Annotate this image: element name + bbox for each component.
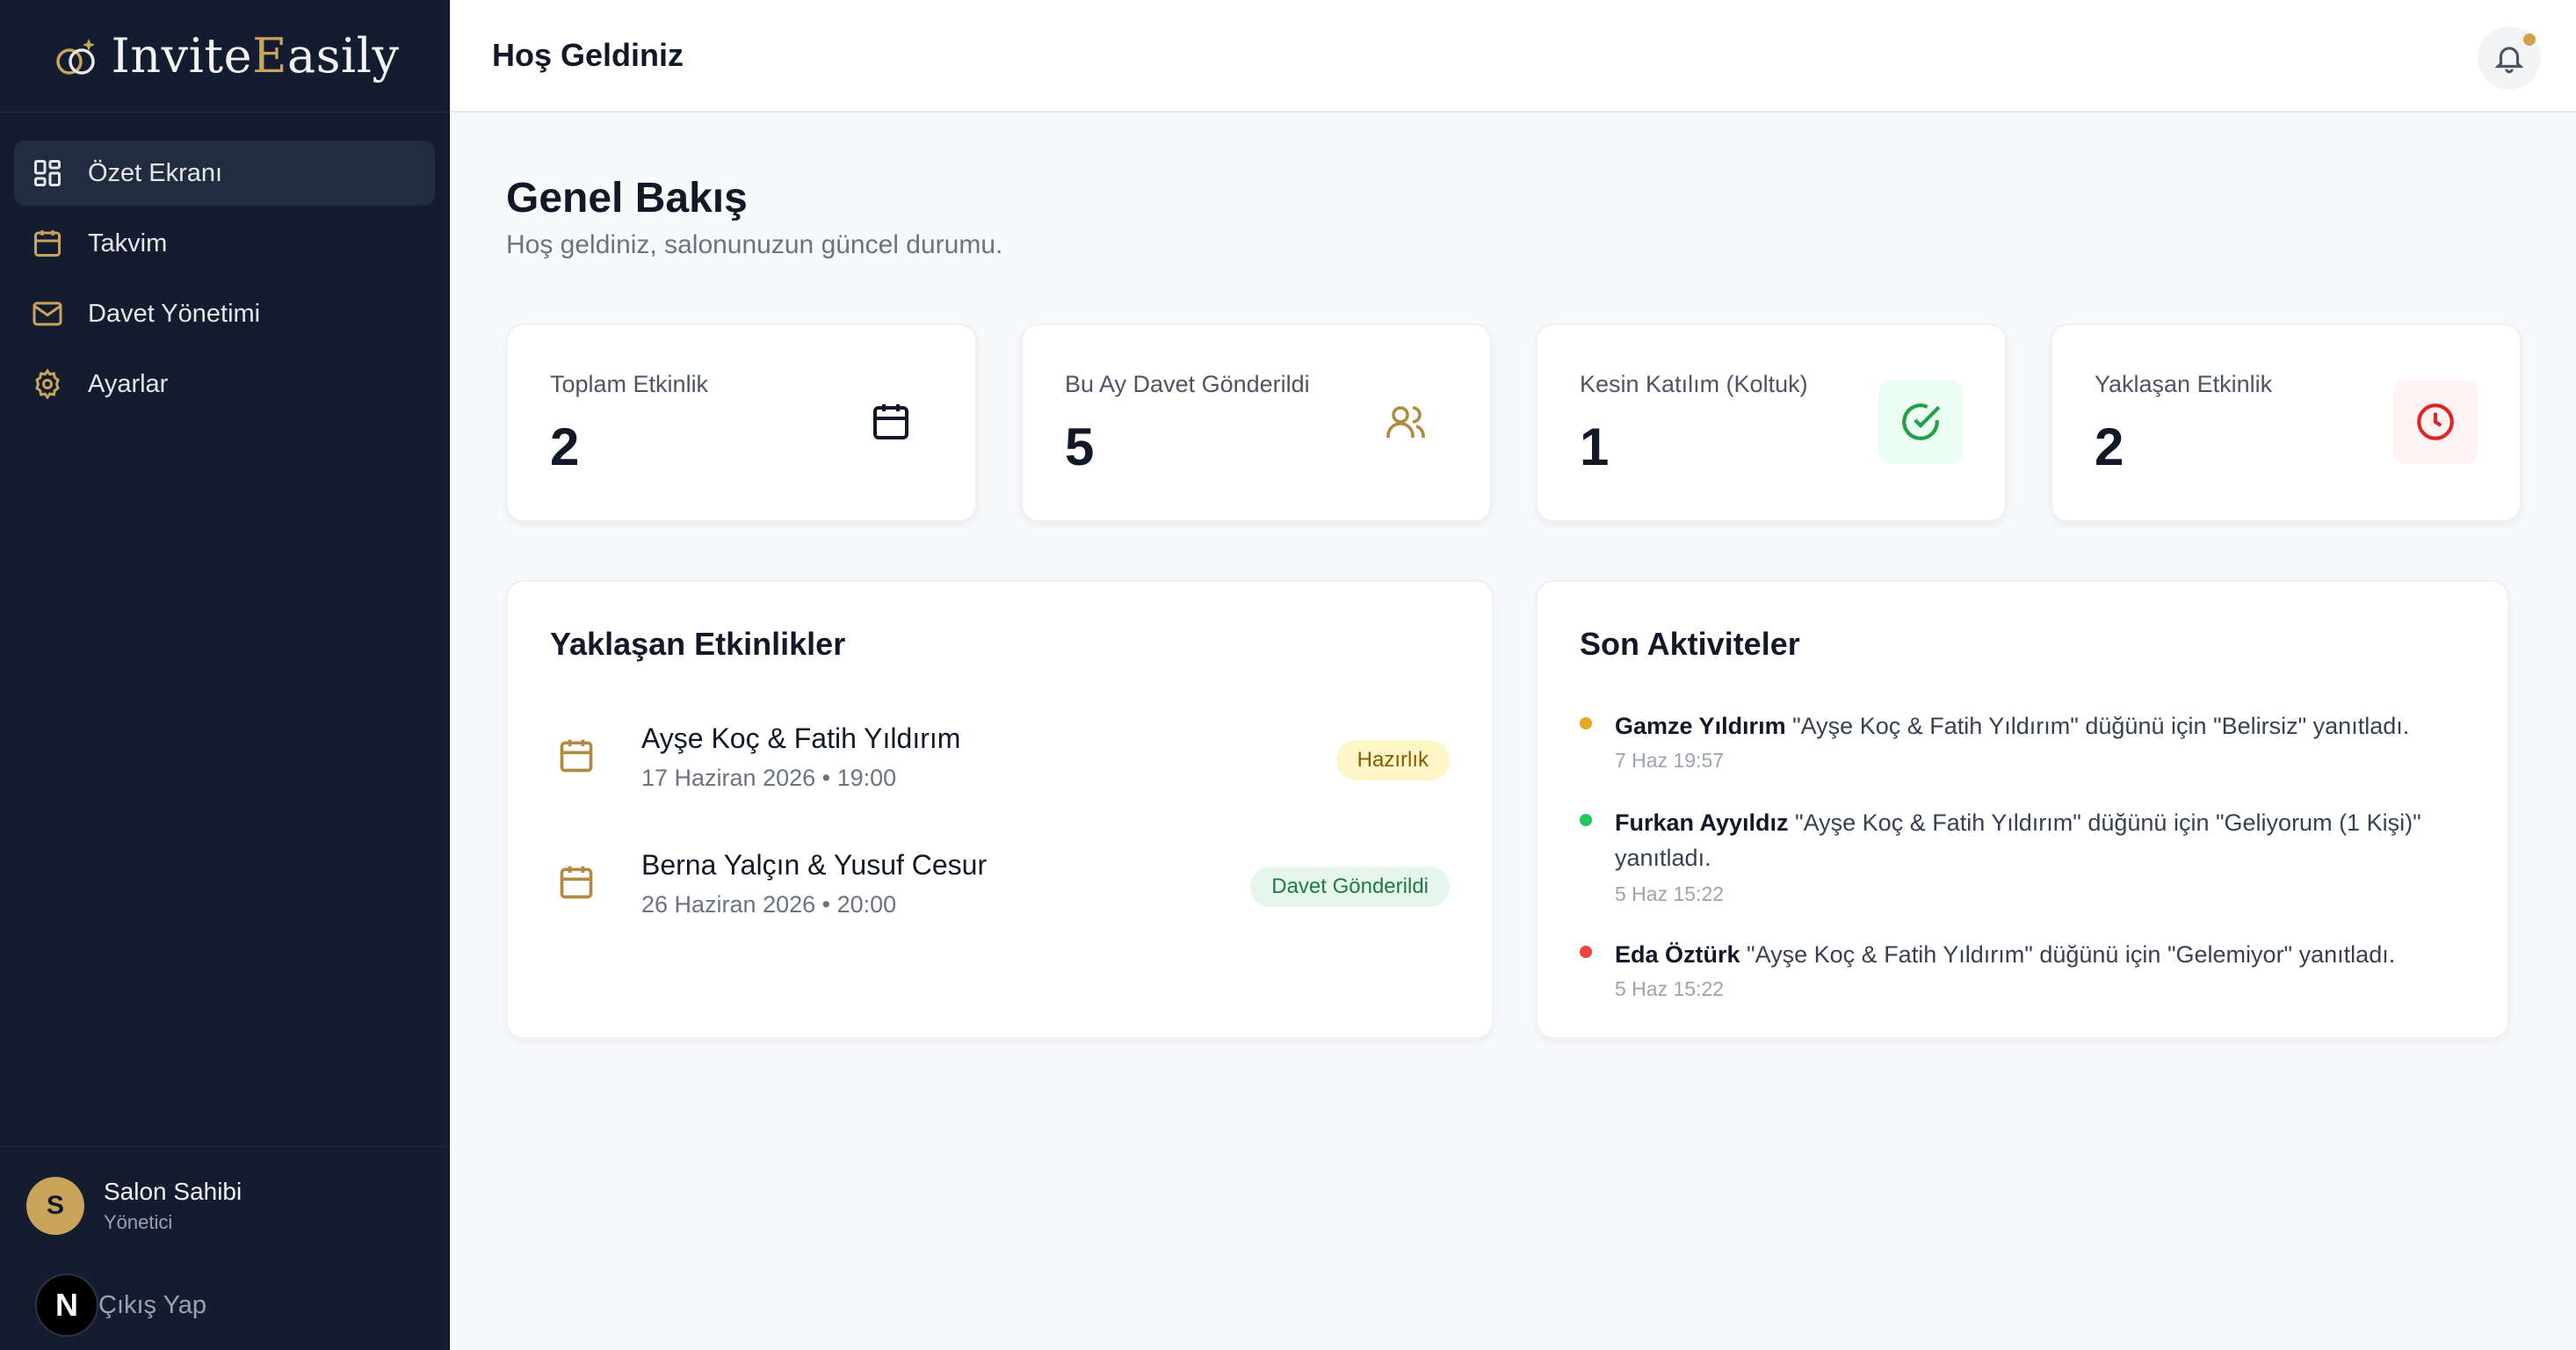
calendar-icon	[560, 739, 593, 773]
notifications-button[interactable]	[2478, 26, 2541, 90]
dashboard-grid-icon	[30, 156, 65, 191]
sidebar-item-label: Ayarlar	[88, 369, 169, 398]
user-role: Yönetici	[104, 1211, 173, 1233]
event-item[interactable]: Ayşe Koç & Fatih Yıldırım 17 Haziran 202…	[550, 714, 1450, 802]
sidebar-footer: S Salon Sahibi Yönetici N Çıkış Yap	[0, 1146, 449, 1350]
calendar-icon	[560, 866, 593, 899]
logout-button[interactable]: N Çıkış Yap	[35, 1274, 206, 1337]
brand-name: InviteEasily	[111, 28, 400, 83]
sidebar-item-davet-yonetimi[interactable]: Davet Yönetimi	[14, 281, 435, 346]
stat-card-total-events: Toplam Etkinlik 2	[506, 323, 977, 522]
n-badge-icon[interactable]: N	[35, 1274, 98, 1337]
sidebar: InviteEasily Özet Ekranı Takvim Davet Yö…	[0, 0, 450, 1350]
notification-dot	[2523, 33, 2536, 46]
bell-icon	[2494, 47, 2524, 74]
activity-time: 5 Haz 15:22	[1615, 977, 1725, 1000]
avatar: S	[26, 1177, 84, 1235]
rings-logo-icon	[55, 38, 95, 75]
calendar-icon	[30, 226, 65, 261]
event-date: 26 Haziran 2026 • 20:00	[641, 891, 897, 918]
status-badge: Hazırlık	[1335, 740, 1450, 780]
stat-value: 2	[2095, 417, 2124, 476]
brand-logo[interactable]: InviteEasily	[0, 0, 449, 112]
sidebar-item-takvim[interactable]: Takvim	[14, 211, 435, 276]
stat-card-upcoming-events: Yaklaşan Etkinlik 2	[2051, 323, 2522, 522]
activity-text: Eda Öztürk "Ayşe Koç & Fatih Yıldırım" d…	[1615, 941, 2396, 968]
stat-value: 5	[1065, 417, 1095, 476]
stat-label: Toplam Etkinlik	[550, 371, 709, 397]
sidebar-item-label: Takvim	[88, 229, 168, 258]
clock-icon	[2393, 380, 2478, 464]
event-name: Berna Yalçın & Yusuf Cesur	[641, 849, 988, 881]
activity-text: Furkan Ayyıldız "Ayşe Koç & Fatih Yıldır…	[1615, 809, 2421, 871]
panel-title: Yaklaşan Etkinlikler	[550, 626, 846, 662]
gear-icon	[30, 367, 65, 402]
stat-label: Yaklaşan Etkinlik	[2095, 371, 2273, 397]
stat-card-confirmed-attendance: Kesin Katılım (Koltuk) 1	[1536, 323, 2007, 522]
status-dot	[1580, 814, 1592, 826]
stat-value: 1	[1580, 417, 1610, 476]
activity-text: Gamze Yıldırım "Ayşe Koç & Fatih Yıldırı…	[1615, 713, 2410, 739]
header-title: Hoş Geldiniz	[492, 37, 684, 73]
stat-value: 2	[550, 417, 580, 476]
activity-item: Furkan Ayyıldız "Ayşe Koç & Fatih Yıldır…	[1580, 805, 2465, 911]
event-item[interactable]: Berna Yalçın & Yusuf Cesur 26 Haziran 20…	[550, 840, 1450, 928]
user-name: Salon Sahibi	[104, 1178, 242, 1205]
status-dot	[1580, 717, 1592, 729]
page-subtitle: Hoş geldiniz, salonunuzun güncel durumu.	[506, 230, 1003, 259]
stat-card-invites-sent: Bu Ay Davet Gönderildi 5	[1021, 323, 1492, 522]
sidebar-item-ayarlar[interactable]: Ayarlar	[14, 352, 435, 417]
check-circle-icon	[1878, 380, 1963, 464]
top-header: Hoş Geldiniz	[450, 0, 2576, 112]
users-icon	[1364, 380, 1448, 464]
status-badge: Davet Gönderildi	[1250, 867, 1450, 907]
user-profile[interactable]: S Salon Sahibi Yönetici	[0, 1147, 449, 1235]
upcoming-events-panel: Yaklaşan Etkinlikler Ayşe Koç & Fatih Yı…	[506, 580, 1494, 1039]
activity-time: 5 Haz 15:22	[1615, 882, 1725, 905]
logout-label: Çıkış Yap	[98, 1290, 207, 1319]
sidebar-nav: Özet Ekranı Takvim Davet Yönetimi Ayarla…	[0, 112, 449, 417]
activity-time: 7 Haz 19:57	[1615, 749, 1725, 772]
sidebar-item-label: Özet Ekranı	[88, 158, 223, 187]
sidebar-item-label: Davet Yönetimi	[88, 299, 261, 328]
mail-icon	[30, 296, 65, 331]
activity-item: Gamze Yıldırım "Ayşe Koç & Fatih Yıldırı…	[1580, 708, 2465, 779]
page-title: Genel Bakış	[506, 175, 748, 221]
calendar-icon	[849, 380, 933, 464]
sidebar-item-ozet-ekrani[interactable]: Özet Ekranı	[14, 141, 435, 206]
stat-label: Bu Ay Davet Gönderildi	[1065, 371, 1310, 397]
activity-item: Eda Öztürk "Ayşe Koç & Fatih Yıldırım" d…	[1580, 937, 2465, 1007]
recent-activities-panel: Son Aktiviteler Gamze Yıldırım "Ayşe Koç…	[1536, 580, 2509, 1039]
status-dot	[1580, 946, 1592, 958]
main-content: Genel Bakış Hoş geldiniz, salonunuzun gü…	[450, 112, 2576, 1350]
event-date: 17 Haziran 2026 • 19:00	[641, 765, 897, 791]
panel-title: Son Aktiviteler	[1580, 626, 1800, 662]
stat-label: Kesin Katılım (Koltuk)	[1580, 371, 1808, 397]
event-name: Ayşe Koç & Fatih Yıldırım	[641, 722, 961, 754]
